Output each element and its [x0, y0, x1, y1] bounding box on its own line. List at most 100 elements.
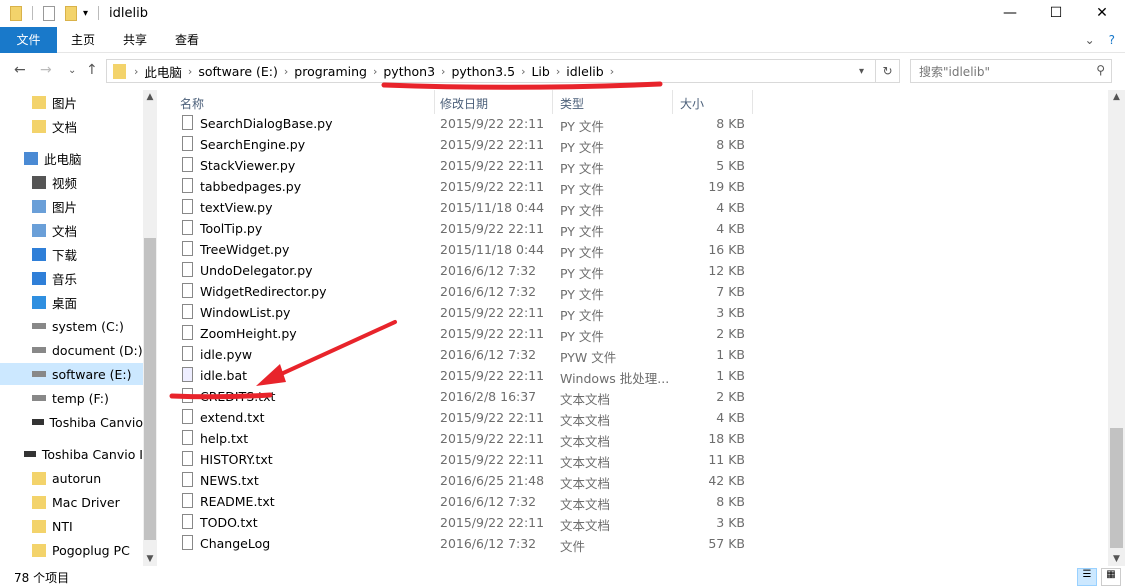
search-icon[interactable]: ⚲ — [1096, 63, 1105, 77]
sidebar-item[interactable]: Pogoplug PC — [0, 539, 143, 561]
scroll-up-icon[interactable]: ▲ — [143, 92, 157, 102]
file-row[interactable]: TreeWidget.py 2015/11/18 0:44 PY 文件 16 K… — [160, 239, 1100, 260]
file-date: 2015/9/22 22:11 — [440, 368, 545, 383]
column-header-type[interactable]: 类型 — [560, 95, 584, 112]
breadcrumb-idlelib[interactable]: idlelib — [560, 64, 609, 79]
forward-button[interactable]: → — [40, 62, 52, 78]
column-header-date[interactable]: 修改日期 — [440, 95, 488, 112]
sidebar-scrollbar[interactable]: ▲ ▼ — [143, 90, 157, 566]
chevron-right-icon[interactable]: › — [610, 65, 614, 78]
pictures-icon — [32, 199, 46, 213]
file-list: 名称 修改日期 类型 大小 SearchDialog.py 2016/6/12 … — [160, 90, 1108, 566]
file-date: 2016/6/12 7:32 — [440, 494, 537, 509]
back-button[interactable]: ← — [14, 62, 26, 78]
file-row[interactable]: textView.py 2015/11/18 0:44 PY 文件 4 KB — [160, 197, 1100, 218]
scrollbar-thumb[interactable] — [1110, 428, 1123, 548]
column-header-name[interactable]: 名称 — [180, 95, 204, 112]
address-history-dropdown-icon[interactable]: ▾ — [859, 66, 864, 77]
sidebar-item[interactable]: 此电脑 — [0, 147, 143, 169]
file-row[interactable]: SearchEngine.py 2015/9/22 22:11 PY 文件 8 … — [160, 134, 1100, 155]
up-button[interactable]: ↑ — [86, 62, 98, 78]
sidebar-item[interactable]: 图片 — [0, 195, 143, 217]
refresh-button[interactable]: ↻ — [876, 59, 900, 83]
help-icon[interactable]: ? — [1109, 33, 1115, 47]
sidebar-item[interactable]: Toshiba Canvio I — [0, 443, 143, 465]
column-headers: 名称 修改日期 类型 大小 — [160, 90, 1108, 114]
file-row[interactable]: StackViewer.py 2015/9/22 22:11 PY 文件 5 K… — [160, 155, 1100, 176]
tab-view[interactable]: 查看 — [161, 27, 213, 53]
quick-access-dropdown-icon[interactable]: ▾ — [83, 8, 88, 19]
breadcrumb-lib[interactable]: Lib — [525, 64, 555, 79]
minimize-button[interactable]: — — [987, 0, 1033, 26]
sidebar-item[interactable]: 视频 — [0, 171, 143, 193]
file-icon — [182, 493, 193, 508]
file-row[interactable]: ZoomHeight.py 2015/9/22 22:11 PY 文件 2 KB — [160, 323, 1100, 344]
sidebar-item[interactable]: system (C:) — [0, 315, 143, 337]
file-list-scrollbar[interactable]: ▲ ▼ — [1108, 90, 1125, 566]
folder-icon — [32, 519, 46, 533]
sidebar-item[interactable]: software (E:) — [0, 363, 143, 385]
sidebar-item[interactable]: 文档 — [0, 115, 143, 137]
maximize-button[interactable]: ☐ — [1033, 0, 1079, 26]
close-button[interactable]: ✕ — [1079, 0, 1125, 26]
file-row[interactable]: tabbedpages.py 2015/9/22 22:11 PY 文件 19 … — [160, 176, 1100, 197]
sidebar-item-label: 图片 — [52, 199, 78, 215]
new-folder-icon[interactable] — [65, 5, 77, 21]
sidebar-item[interactable]: 图片 — [0, 91, 143, 113]
large-icons-view-button[interactable]: ▦ — [1101, 568, 1121, 586]
sidebar-item[interactable]: NTI — [0, 515, 143, 537]
sidebar-item[interactable]: 音乐 — [0, 267, 143, 289]
file-name: HISTORY.txt — [200, 452, 273, 467]
file-icon — [182, 346, 193, 361]
tab-home[interactable]: 主页 — [57, 27, 109, 53]
sidebar-item[interactable]: temp (F:) — [0, 387, 143, 409]
sidebar-item[interactable]: Toshiba Canvio — [0, 411, 143, 433]
scrollbar-thumb[interactable] — [144, 238, 156, 540]
address-bar[interactable]: › 此电脑 › software (E:) › programing › python… — [106, 59, 876, 83]
file-row[interactable]: CREDITS.txt 2016/2/8 16:37 文本文档 2 KB — [160, 386, 1100, 407]
recent-locations-button[interactable]: ⌄ — [68, 65, 76, 76]
folder-icon — [32, 471, 46, 485]
file-row[interactable]: WindowList.py 2015/9/22 22:11 PY 文件 3 KB — [160, 302, 1100, 323]
file-row[interactable]: SearchDialogBase.py 2015/9/22 22:11 PY 文… — [160, 113, 1100, 134]
tab-file[interactable]: 文件 — [0, 26, 57, 53]
tab-share[interactable]: 共享 — [109, 27, 161, 53]
file-row[interactable]: TODO.txt 2015/9/22 22:11 文本文档 3 KB — [160, 512, 1100, 533]
breadcrumb-software[interactable]: software (E:) — [192, 64, 284, 79]
title-bar: ▾ idlelib — ☐ ✕ — [0, 0, 1125, 26]
file-type: 文本文档 — [560, 518, 611, 533]
file-row[interactable]: help.txt 2015/9/22 22:11 文本文档 18 KB — [160, 428, 1100, 449]
properties-icon[interactable] — [43, 5, 55, 21]
breadcrumb-python3[interactable]: python3 — [377, 64, 441, 79]
file-row[interactable]: idle.bat 2015/9/22 22:11 Windows 批处理... … — [160, 365, 1100, 386]
file-row[interactable]: ToolTip.py 2015/9/22 22:11 PY 文件 4 KB — [160, 218, 1100, 239]
sidebar-item[interactable]: 桌面 — [0, 291, 143, 313]
file-icon — [182, 304, 193, 319]
sidebar-item[interactable]: 文档 — [0, 219, 143, 241]
scroll-down-icon[interactable]: ▼ — [143, 554, 157, 564]
file-row[interactable]: idle.pyw 2016/6/12 7:32 PYW 文件 1 KB — [160, 344, 1100, 365]
column-header-size[interactable]: 大小 — [680, 95, 704, 112]
usb-drive-icon — [24, 451, 36, 457]
sidebar-item[interactable]: autorun — [0, 467, 143, 489]
details-view-button[interactable]: ☰ — [1077, 568, 1097, 586]
file-row[interactable]: NEWS.txt 2016/6/25 21:48 文本文档 42 KB — [160, 470, 1100, 491]
search-input[interactable]: 搜索"idlelib" ⚲ — [910, 59, 1112, 83]
expand-ribbon-icon[interactable]: ⌄ — [1085, 33, 1095, 47]
sidebar-item[interactable]: Mac Driver — [0, 491, 143, 513]
breadcrumb-python35[interactable]: python3.5 — [445, 64, 521, 79]
breadcrumb-programing[interactable]: programing — [288, 64, 373, 79]
file-row[interactable]: README.txt 2016/6/12 7:32 文本文档 8 KB — [160, 491, 1100, 512]
breadcrumb-this-pc[interactable]: 此电脑 — [138, 62, 188, 81]
file-row[interactable]: UndoDelegator.py 2016/6/12 7:32 PY 文件 12… — [160, 260, 1100, 281]
file-date: 2015/9/22 22:11 — [440, 305, 545, 320]
file-row[interactable]: ChangeLog 2016/6/12 7:32 文件 57 KB — [160, 533, 1100, 554]
file-row[interactable]: WidgetRedirector.py 2016/6/12 7:32 PY 文件… — [160, 281, 1100, 302]
sidebar-item[interactable]: document (D:) — [0, 339, 143, 361]
file-row[interactable]: HISTORY.txt 2015/9/22 22:11 文本文档 11 KB — [160, 449, 1100, 470]
sidebar-item[interactable]: 下载 — [0, 243, 143, 265]
file-row[interactable]: extend.txt 2015/9/22 22:11 文本文档 4 KB — [160, 407, 1100, 428]
file-type: 文件 — [560, 539, 586, 554]
scroll-down-icon[interactable]: ▼ — [1108, 554, 1125, 564]
scroll-up-icon[interactable]: ▲ — [1108, 92, 1125, 102]
